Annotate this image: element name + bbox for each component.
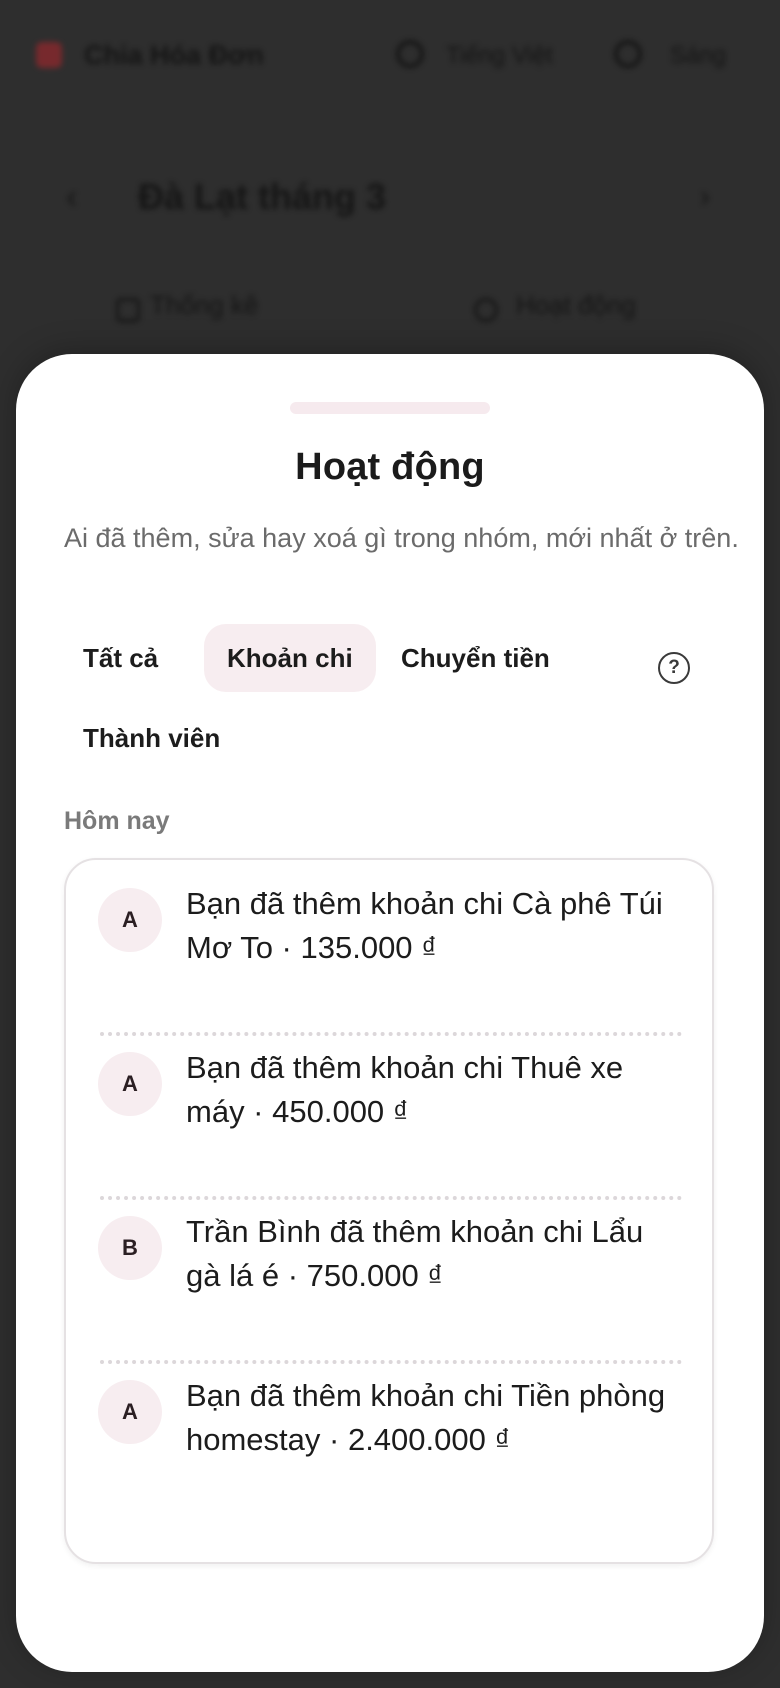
avatar: A bbox=[98, 1052, 162, 1116]
globe-icon bbox=[396, 40, 424, 68]
tab-activity: Hoạt động bbox=[516, 290, 636, 320]
avatar: A bbox=[98, 888, 162, 952]
avatar: B bbox=[98, 1216, 162, 1280]
language-toggle: Tiếng Việt bbox=[446, 42, 553, 69]
brand-name: Chia Hóa Đơn bbox=[84, 40, 264, 70]
sheet-title: Hoạt động bbox=[295, 446, 485, 488]
activity-text: Trần Bình đã thêm khoản chi Lẩu gà lá é … bbox=[186, 1214, 644, 1293]
tab-stats: Thống kê bbox=[150, 290, 259, 320]
group-title: Đà Lạt tháng 3 bbox=[138, 176, 387, 217]
stats-icon bbox=[116, 298, 140, 322]
avatar: A bbox=[98, 1380, 162, 1444]
clock-icon bbox=[474, 298, 498, 322]
filter-expenses[interactable]: Khoản chi bbox=[204, 624, 376, 692]
brand-logo-icon bbox=[36, 42, 62, 68]
activity-sheet: Hoạt động Ai đã thêm, sửa hay xoá gì tro… bbox=[16, 354, 764, 1672]
filter-members[interactable]: Thành viên bbox=[60, 704, 243, 772]
section-label-today: Hôm nay bbox=[64, 807, 170, 835]
activity-item: A Bạn đã thêm khoản chi Tiền phòng homes… bbox=[66, 1352, 712, 1528]
activity-text: Bạn đã thêm khoản chi Thuê xe máy · 450.… bbox=[186, 1050, 624, 1129]
filter-transfers[interactable]: Chuyển tiền bbox=[378, 624, 573, 692]
sheet-drag-handle[interactable] bbox=[290, 402, 490, 414]
activity-item: B Trần Bình đã thêm khoản chi Lẩu gà lá … bbox=[66, 1188, 712, 1364]
activity-text: Bạn đã thêm khoản chi Cà phê Túi Mơ To ·… bbox=[186, 886, 663, 965]
chevron-right-icon: › bbox=[700, 180, 710, 213]
back-arrow-icon: ‹ bbox=[66, 178, 78, 216]
sun-icon bbox=[614, 40, 642, 68]
top-bar: Chia Hóa Đơn Tiếng Việt Sáng bbox=[0, 20, 780, 90]
activity-list: A Bạn đã thêm khoản chi Cà phê Túi Mơ To… bbox=[64, 858, 714, 1564]
activity-item: A Bạn đã thêm khoản chi Cà phê Túi Mơ To… bbox=[66, 860, 712, 1036]
activity-text: Bạn đã thêm khoản chi Tiền phòng homesta… bbox=[186, 1378, 666, 1457]
sheet-description: Ai đã thêm, sửa hay xoá gì trong nhóm, m… bbox=[64, 523, 739, 553]
help-icon[interactable]: ? bbox=[658, 652, 690, 684]
filter-all[interactable]: Tất cả bbox=[60, 624, 181, 692]
activity-item: A Bạn đã thêm khoản chi Thuê xe máy · 45… bbox=[66, 1024, 712, 1200]
theme-toggle: Sáng bbox=[670, 42, 727, 69]
